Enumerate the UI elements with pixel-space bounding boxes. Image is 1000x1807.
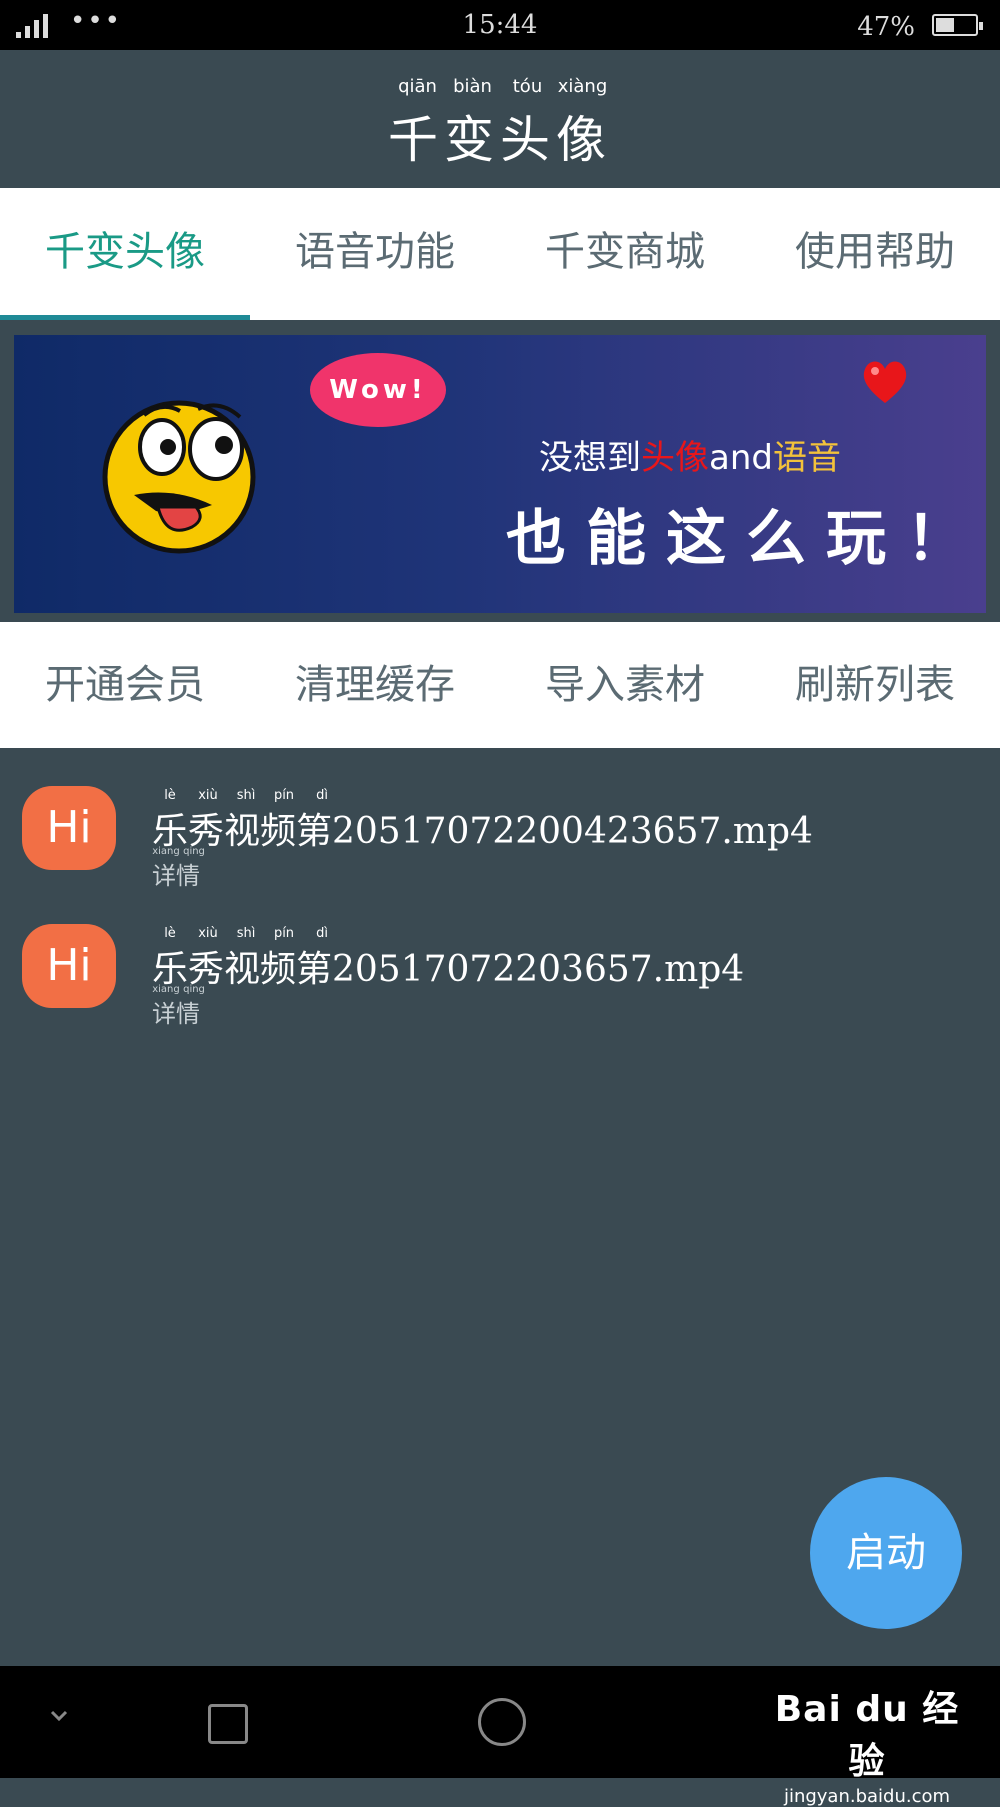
banner-line2: 也能这么玩！ [506,504,986,574]
hi-avatar-icon: Hi [22,786,116,870]
list-item[interactable]: Hi lè xiù shì pín dì 乐秀视频第20517072203657.mp4… [0,886,1000,1028]
import-material-button[interactable]: 导入素材 [500,622,750,748]
recent-apps-button[interactable] [208,1704,248,1744]
tab-voice[interactable]: 语音功能 [250,188,500,320]
heart-icon [863,361,907,403]
refresh-list-button[interactable]: 刷新列表 [750,622,1000,748]
status-time: 15:44 [462,10,538,40]
file-list: Hi lè xiù shì pín dì 乐秀视频第20517072200423657.… [0,748,1000,1028]
file-name: 乐秀视频第20517072203657.mp4 [152,949,745,990]
file-name: 乐秀视频第20517072200423657.mp4 [152,811,813,852]
page-title: 千变头像 [388,111,612,169]
detail-link[interactable]: 详情 [152,994,200,1029]
app-header: qiān biàn tóu xiàng 千变头像 [0,50,1000,188]
tab-store[interactable]: 千变商城 [500,188,750,320]
hi-avatar-icon: Hi [22,924,116,1008]
tab-avatar[interactable]: 千变头像 [0,188,250,320]
tab-help[interactable]: 使用帮助 [750,188,1000,320]
banner-section: Wow! 没想到头像and语音 也能这么玩！ [0,320,1000,622]
home-button[interactable] [478,1698,526,1746]
surprised-emoji-icon [102,400,256,554]
chevron-down-icon[interactable] [48,1704,70,1726]
tab-bar: 千变头像 语音功能 千变商城 使用帮助 [0,188,1000,320]
clear-cache-button[interactable]: 清理缓存 [250,622,500,748]
baidu-watermark: Bai du 经验 jingyan.baidu.com [774,1689,960,1807]
system-nav-bar: Bai du 经验 jingyan.baidu.com [0,1666,1000,1807]
status-bar: ••• 15:44 47% [0,0,1000,50]
action-bar: 开通会员 清理缓存 导入素材 刷新列表 [0,622,1000,748]
open-membership-button[interactable]: 开通会员 [0,622,250,748]
battery-percent: 47% [857,12,915,42]
list-item[interactable]: Hi lè xiù shì pín dì 乐秀视频第20517072200423657.… [0,748,1000,890]
title-pinyin: qiān biàn tóu xiàng [398,76,608,97]
battery-icon [932,14,983,36]
banner-line1: 没想到头像and语音 [539,438,841,478]
promo-banner[interactable]: Wow! 没想到头像and语音 也能这么玩！ [14,335,986,613]
start-button[interactable]: 启动 [810,1477,962,1629]
wow-bubble: Wow! [310,353,446,427]
